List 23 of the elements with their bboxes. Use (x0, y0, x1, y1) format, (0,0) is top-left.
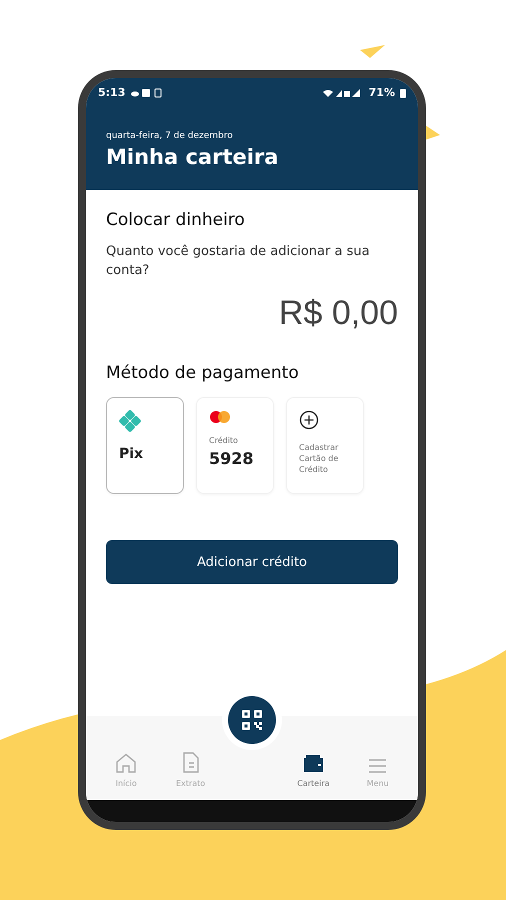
wallet-icon (302, 754, 324, 773)
qr-code-icon (240, 709, 263, 731)
payment-option[interactable]: Pix (106, 397, 184, 494)
payment-option[interactable]: Cadastrar Cartão de Crédito (286, 397, 364, 494)
add-credit-button[interactable]: Adicionar crédito (106, 540, 398, 584)
diamond-icon (119, 410, 141, 432)
date-text: quarta-feira, 7 de dezembro (106, 131, 234, 141)
question-text: Quanto você gostaria de adicionar a sua conta? (106, 243, 371, 280)
add-icon (299, 410, 319, 430)
card-brand-icon (209, 410, 231, 424)
section-title: Colocar dinheiro (106, 210, 246, 230)
battery-level: 71% (368, 86, 395, 99)
battery-icon (400, 88, 406, 98)
status-time: 5:13 (98, 86, 126, 99)
nav-tab[interactable]: Carteira (286, 754, 340, 788)
payment-option[interactable]: Crédito 5928 (196, 397, 274, 494)
page-title: Minha carteira (106, 145, 280, 169)
document-icon (182, 752, 200, 773)
amount-input[interactable]: R$ 0,00 (106, 294, 398, 333)
section-title: Método de pagamento (106, 363, 300, 383)
home-icon (115, 753, 138, 773)
qr-code-button[interactable] (228, 696, 276, 744)
menu-icon (368, 759, 388, 773)
